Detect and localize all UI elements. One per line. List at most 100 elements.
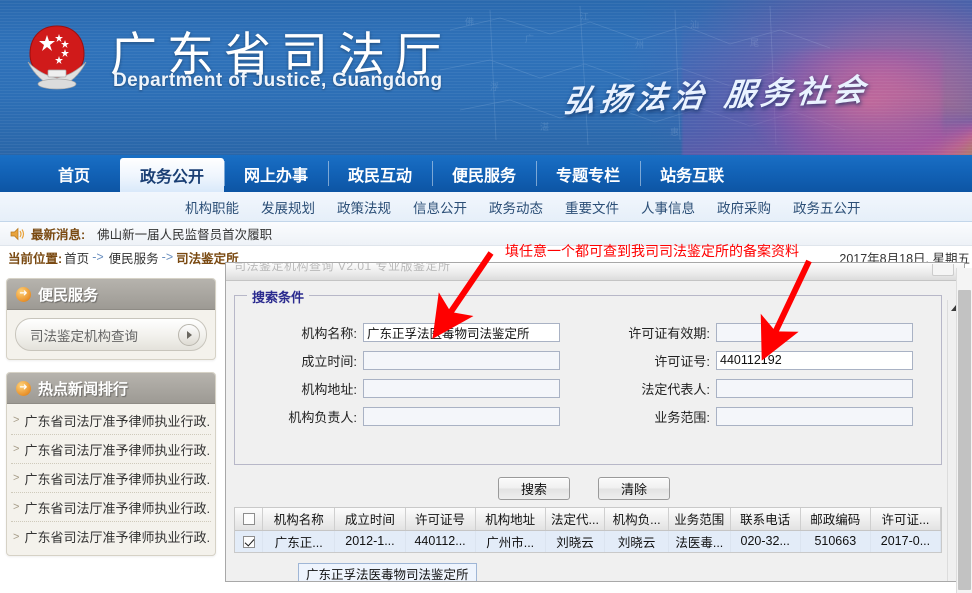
nav-item-home[interactable]: 首页 [28,155,120,192]
nav-item-convenience-service[interactable]: 便民服务 [432,155,536,192]
table-row[interactable]: 广东正... 2012-1... 440112... 广州市... 刘晓云 刘晓… [235,530,941,552]
clear-button[interactable]: 清除 [598,477,670,500]
label-license-number: 许可证号: [654,353,710,369]
news-item-label: 广东省司法厅准予律师执业行政... [24,413,211,429]
input-established-date[interactable] [363,350,560,370]
input-license-validity[interactable] [716,322,913,342]
field-row-business-scope: 业务范围: [588,402,941,430]
convenience-service-panel-header: ➜ 便民服务 [7,279,215,310]
nav-item-special-column[interactable]: 专题专栏 [536,155,640,192]
page-scrollbar[interactable] [956,268,972,593]
column-license-date[interactable]: 许可证... [870,508,941,531]
cell-license-date: 2017-0... [870,530,941,552]
column-phone[interactable]: 联系电话 [730,508,801,531]
breadcrumb-home[interactable]: 首页 [64,248,89,267]
input-legal-representative[interactable] [716,378,913,398]
cell-established-date: 2012-1... [334,530,406,552]
ticker-headline[interactable]: 佛山新一届人民监督员首次履职 [97,224,272,243]
row-checkbox[interactable] [242,535,255,548]
subnav-item-3[interactable]: 信息公开 [413,197,467,217]
field-row-org-name: 机构名称: [235,318,588,346]
row-checkbox-cell[interactable] [235,530,264,552]
svg-text:广: 广 [525,33,534,45]
input-org-name[interactable] [363,322,560,342]
column-org-name[interactable]: 机构名称 [262,508,336,531]
minimize-icon[interactable] [932,264,954,276]
page-scrollbar-thumb[interactable] [958,290,971,590]
search-button[interactable]: 搜索 [498,477,570,500]
cell-license-number: 440112... [405,530,476,552]
input-org-principal[interactable] [363,406,560,426]
list-item[interactable]: > 广东省司法厅准予律师执业行政... [11,522,211,551]
arrow-circle-icon-2: ➜ [16,380,31,396]
subnav-item-7[interactable]: 政府采购 [717,197,771,217]
national-emblem-icon [27,25,87,90]
nav-item-site-link[interactable]: 站务互联 [640,155,744,192]
breadcrumb-parent[interactable]: 便民服务 [109,248,159,267]
column-org-address[interactable]: 机构地址 [475,508,546,531]
site-title-en: Department of Justice, Guangdong [113,70,443,91]
window-titlebar: 司法鉴定机构查询 V2.01 专业版鉴定所 [226,263,964,281]
column-select-all[interactable] [235,508,264,531]
select-all-checkbox[interactable] [242,513,255,526]
label-legal-representative: 法定代表人: [641,381,710,397]
list-item[interactable]: > 广东省司法厅准予律师执业行政... [11,493,211,522]
list-item[interactable]: > 广东省司法厅准予律师执业行政... [11,464,211,493]
convenience-service-panel: ➜ 便民服务 司法鉴定机构查询 [6,278,216,360]
column-postal-code[interactable]: 邮政编码 [800,508,871,531]
subnav-item-2[interactable]: 政策法规 [337,197,391,217]
subnav-item-1[interactable]: 发展规划 [261,197,315,217]
column-license-number[interactable]: 许可证号 [405,508,476,531]
table-header-row: 机构名称 成立时间 许可证号 机构地址 法定代... 机构负... 业务范围 联… [235,508,941,531]
svg-text:州: 州 [635,40,644,51]
svg-text:浮: 浮 [490,81,499,93]
subnav-item-0[interactable]: 机构职能 [185,197,239,217]
input-org-address[interactable] [363,378,560,398]
search-form: 机构名称: 成立时间: 机构地址: 机构负责人: [235,318,941,430]
selected-org-chip[interactable]: 广东正孚法医毒物司法鉴定所 [298,563,477,581]
column-established-date[interactable]: 成立时间 [334,508,406,531]
subnav-item-4[interactable]: 政务动态 [489,197,543,217]
subnav-item-8[interactable]: 政务五公开 [793,197,861,217]
cell-org-name: 广东正... [262,530,336,552]
chevron-right-icon: > [13,414,20,426]
label-established-date: 成立时间: [301,353,357,369]
hot-news-list: > 广东省司法厅准予律师执业行政... > 广东省司法厅准予律师执业行政... > 广… [7,404,215,555]
cell-phone: 020-32... [730,530,801,552]
breadcrumb-separator-1: -> [92,250,104,264]
speaker-icon [10,227,25,240]
page-root: 佛广江 州汕尾 浮阳潮 湛惠 [0,0,972,593]
subnav-item-5[interactable]: 重要文件 [565,197,619,217]
field-row-license-number: 许可证号: [588,346,941,374]
input-business-scope[interactable] [716,406,913,426]
breadcrumb-label: 当前位置: [8,251,63,266]
news-item-label: 广东省司法厅准予律师执业行政... [24,500,211,516]
window-body: 搜索条件 机构名称: 成立时间: 机构地址: [226,281,964,581]
svg-text:惠: 惠 [670,126,679,138]
window-title: 司法鉴定机构查询 V2.01 专业版鉴定所 [234,262,451,273]
search-conditions-fieldset: 搜索条件 机构名称: 成立时间: 机构地址: [234,287,942,465]
list-item[interactable]: > 广东省司法厅准予律师执业行政... [11,406,211,435]
cell-org-address: 广州市... [475,530,546,552]
nav-item-online-service[interactable]: 网上办事 [224,155,328,192]
column-org-principal[interactable]: 机构负... [604,508,669,531]
query-dropdown[interactable]: 司法鉴定机构查询 [15,318,207,351]
ticker-label: 最新消息: [31,228,86,242]
cell-postal-code: 510663 [800,530,871,552]
column-business-scope[interactable]: 业务范围 [668,508,731,531]
query-application-window: 司法鉴定机构查询 V2.01 专业版鉴定所 搜索条件 机构名称: 成立时间: [225,262,965,582]
column-legal-representative[interactable]: 法定代... [545,508,606,531]
field-row-org-address: 机构地址: [235,374,588,402]
list-item[interactable]: > 广东省司法厅准予律师执业行政... [11,435,211,464]
subnav-item-6[interactable]: 人事信息 [641,197,695,217]
main-navigation: 首页 政务公开 网上办事 政民互动 便民服务 专题专栏 站务互联 [0,155,972,192]
chevron-right-icon: > [13,530,20,543]
dropdown-arrow-icon[interactable] [178,323,200,346]
input-license-number[interactable] [716,350,913,370]
nav-item-government-affairs[interactable]: 政务公开 [120,158,225,192]
nav-item-interaction[interactable]: 政民互动 [328,155,432,192]
svg-text:湛: 湛 [540,122,549,133]
field-row-org-principal: 机构负责人: [235,402,588,430]
search-form-left-column: 机构名称: 成立时间: 机构地址: 机构负责人: [235,318,588,430]
field-row-established-date: 成立时间: [235,346,588,374]
